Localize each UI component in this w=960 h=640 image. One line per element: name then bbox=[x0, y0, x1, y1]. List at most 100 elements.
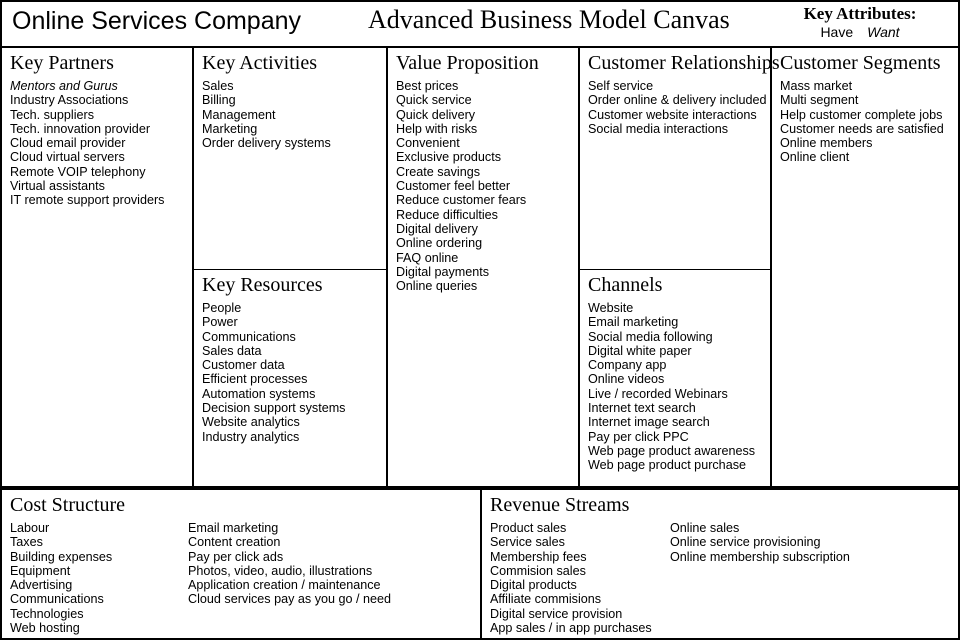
block-key-resources: Key Resources People Power Communications S… bbox=[194, 269, 386, 486]
canvas-item: Online sales bbox=[670, 521, 740, 535]
canvas-item: Reduce customer fears bbox=[396, 193, 527, 208]
canvas-item: Efficient processes bbox=[202, 372, 308, 387]
block-title-key-partners: Key Partners bbox=[10, 52, 114, 74]
canvas-item: Pay per click ads bbox=[188, 549, 284, 564]
canvas-item: Building expenses bbox=[10, 549, 113, 564]
canvas-item: Customer data bbox=[202, 358, 285, 373]
canvas-item: Labour bbox=[10, 521, 50, 535]
block-title-cost-structure: Cost Structure bbox=[10, 494, 125, 516]
block-title-customer-relationships: Customer Relationships bbox=[588, 52, 780, 74]
canvas-item: Online service provisioning bbox=[670, 535, 821, 550]
list-channels: Website Email marketing Social media follo… bbox=[588, 301, 770, 473]
list-value-proposition: Best prices Quick service Quick delivery He… bbox=[396, 79, 578, 293]
canvas-item: Digital products bbox=[490, 578, 577, 593]
attribute-want-label: Want bbox=[867, 24, 900, 40]
canvas-item: Remote VOIP telephony bbox=[10, 164, 146, 179]
block-title-channels: Channels bbox=[588, 274, 663, 296]
canvas-item: Advertising bbox=[10, 578, 73, 593]
canvas-item: People bbox=[202, 301, 242, 315]
canvas-item: Quick delivery bbox=[396, 107, 476, 122]
canvas-item: Online videos bbox=[588, 372, 665, 387]
canvas-item: Website bbox=[588, 301, 634, 315]
key-attributes-legend: Key Attributes: Have Want bbox=[770, 4, 950, 41]
block-customer-relationships: Customer Relationships Self service Order… bbox=[580, 48, 780, 269]
block-title-customer-segments: Customer Segments bbox=[780, 52, 941, 74]
block-channels: Channels Website Email marketing Social me… bbox=[580, 269, 770, 486]
canvas-item: Live / recorded Webinars bbox=[588, 386, 728, 401]
canvas-item: Cloud services pay as you go / need bbox=[188, 592, 392, 607]
list-key-partners: Mentors and Gurus Industry Associations Te… bbox=[10, 79, 192, 208]
canvas-item: Customer feel better bbox=[396, 179, 511, 194]
block-title-key-activities: Key Activities bbox=[202, 52, 317, 74]
canvas-item: Taxes bbox=[10, 535, 43, 550]
canvas-item: App sales / in app purchases bbox=[490, 621, 652, 636]
canvas-item: Convenient bbox=[396, 136, 460, 151]
canvas-header: Online Services Company Advanced Busines… bbox=[0, 0, 960, 46]
canvas-item: Online ordering bbox=[396, 236, 483, 251]
canvas-item: Digital service provision bbox=[490, 606, 623, 621]
canvas-item: Virtual assistants bbox=[10, 179, 105, 194]
business-model-canvas: Online Services Company Advanced Busines… bbox=[0, 0, 960, 640]
canvas-item: Customer website interactions bbox=[588, 107, 757, 122]
canvas-item: Product sales bbox=[490, 521, 567, 535]
canvas-item: Web page product purchase bbox=[588, 458, 746, 473]
key-attributes-values: Have Want bbox=[770, 23, 950, 41]
canvas-item: Power bbox=[202, 315, 238, 330]
list-customer-relationships: Self service Order online & delivery incl… bbox=[588, 79, 770, 136]
canvas-lower-grid: Cost Structure Labour Taxes Building expen… bbox=[0, 488, 960, 640]
canvas-item: Self service bbox=[588, 79, 654, 93]
canvas-item: Tech. suppliers bbox=[10, 107, 94, 122]
block-key-activities: Key Activities Sales Billing Management Mar… bbox=[194, 48, 386, 269]
canvas-item: Mass market bbox=[780, 79, 853, 93]
canvas-item: Photos, video, audio, illustrations bbox=[188, 563, 373, 578]
canvas-item: Internet image search bbox=[588, 415, 710, 430]
canvas-item: Tech. innovation provider bbox=[10, 121, 151, 136]
canvas-item: Sales data bbox=[202, 343, 262, 358]
canvas-item: Quick service bbox=[396, 93, 472, 108]
canvas-item: Equipment bbox=[10, 563, 71, 578]
canvas-item: Customer needs are satisfied bbox=[780, 121, 944, 136]
canvas-item: Online client bbox=[780, 150, 850, 165]
canvas-item: Order online & delivery included bbox=[588, 93, 767, 108]
canvas-item: Internet text search bbox=[588, 401, 696, 416]
canvas-item: Affiliate commisions bbox=[490, 592, 602, 607]
canvas-item: Help customer complete jobs bbox=[780, 107, 943, 122]
block-cost-structure: Cost Structure Labour Taxes Building expen… bbox=[2, 490, 480, 638]
canvas-item: Digital payments bbox=[396, 264, 490, 279]
canvas-item: Create savings bbox=[396, 164, 480, 179]
canvas-item: Content creation bbox=[188, 535, 281, 550]
canvas-item: Cloud virtual servers bbox=[10, 150, 125, 165]
list-cost-structure-primary: Labour Taxes Building expenses Equipment Adv… bbox=[10, 521, 112, 635]
canvas-item: Online queries bbox=[396, 279, 478, 294]
column-customer-relationships: Customer Relationships Self service Order… bbox=[578, 48, 780, 486]
list-revenue-streams-primary: Product sales Service sales Membership fee… bbox=[490, 521, 652, 635]
canvas-item: Service sales bbox=[490, 535, 565, 550]
canvas-item: Marketing bbox=[202, 121, 258, 136]
block-value-proposition: Value Proposition Best prices Quick servi… bbox=[388, 48, 578, 293]
canvas-item: Communications bbox=[202, 329, 296, 344]
list-key-activities: Sales Billing Management Marketing Order del… bbox=[202, 79, 386, 150]
canvas-item: Digital delivery bbox=[396, 221, 478, 236]
canvas-item: Technologies bbox=[10, 606, 84, 621]
key-attributes-label: Key Attributes: bbox=[803, 4, 917, 23]
canvas-item: Commision sales bbox=[490, 563, 586, 578]
block-title-key-resources: Key Resources bbox=[202, 274, 323, 296]
canvas-item: Membership fees bbox=[490, 549, 587, 564]
column-key-partners: Key Partners Mentors and Gurus Industry A… bbox=[2, 48, 192, 486]
canvas-item: Automation systems bbox=[202, 386, 316, 401]
column-value-proposition: Value Proposition Best prices Quick servi… bbox=[386, 48, 578, 486]
canvas-item: Exclusive products bbox=[396, 150, 501, 165]
canvas-upper-grid: Key Partners Mentors and Gurus Industry A… bbox=[0, 46, 960, 488]
company-title: Online Services Company bbox=[12, 7, 302, 35]
attribute-have-label: Have bbox=[820, 24, 854, 40]
canvas-item: Decision support systems bbox=[202, 401, 346, 416]
canvas-item: Online members bbox=[780, 136, 873, 151]
canvas-item: Help with risks bbox=[396, 121, 478, 136]
canvas-item: Management bbox=[202, 107, 276, 122]
canvas-item: Email marketing bbox=[588, 315, 679, 330]
canvas-item: Industry Associations bbox=[10, 93, 129, 108]
canvas-item: Website analytics bbox=[202, 415, 300, 430]
canvas-item: Mentors and Gurus bbox=[10, 79, 118, 93]
canvas-item: Company app bbox=[588, 358, 667, 373]
canvas-title: Advanced Business Model Canvas bbox=[368, 5, 730, 34]
